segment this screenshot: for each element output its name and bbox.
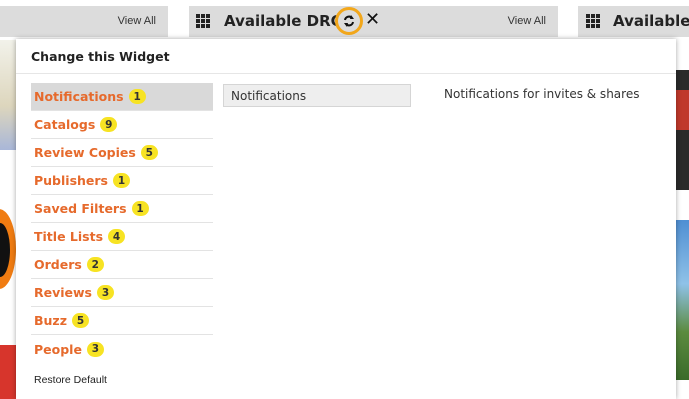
popup-title: Change this Widget [31,49,170,64]
menu-item-label: Orders [34,257,82,272]
menu-item-label: Publishers [34,173,108,188]
menu-item-buzz[interactable]: Buzz 5 [31,307,213,335]
count-badge: 2 [86,257,104,272]
widget-header-left: View All [0,6,168,37]
count-badge: 4 [108,229,126,244]
widget-title-right: Available E [613,12,689,30]
book-cover[interactable] [0,40,16,150]
widget-header-available-drcs: Available DRCs ✕ View All [189,6,558,37]
count-badge: 3 [86,341,104,357]
submenu-item-notifications[interactable]: Notifications [223,84,411,107]
close-icon[interactable]: ✕ [365,9,380,30]
menu-item-reviews[interactable]: Reviews 3 [31,279,213,307]
menu-item-catalogs[interactable]: Catalogs 9 [31,111,213,139]
book-cover[interactable] [676,220,689,380]
restore-default-link[interactable]: Restore Default [34,374,107,386]
menu-item-label: Notifications [34,89,124,104]
count-badge: 5 [140,145,158,160]
book-cover[interactable] [676,70,689,190]
widget-menu: Notifications 1 Catalogs 9 Review Copies… [31,83,233,363]
book-cover[interactable] [0,205,16,315]
count-badge: 1 [128,89,146,104]
menu-item-title-lists[interactable]: Title Lists 4 [31,223,213,251]
menu-item-label: Reviews [34,285,93,300]
view-all-link-mid[interactable]: View All [508,15,546,27]
grid-icon[interactable] [586,14,600,28]
menu-item-label: Catalogs [34,117,96,132]
menu-item-label: Title Lists [34,229,104,244]
menu-item-review-copies[interactable]: Review Copies 5 [31,139,213,167]
menu-item-publishers[interactable]: Publishers 1 [31,167,213,195]
submenu-description: Notifications for invites & shares [444,87,640,101]
count-badge: 1 [131,201,149,216]
widget-title: Available DRCs [224,12,351,30]
menu-item-orders[interactable]: Orders 2 [31,251,213,279]
menu-item-label: Buzz [34,313,67,328]
grid-icon[interactable] [196,14,210,28]
menu-item-label: People [34,341,82,357]
divider [16,73,676,74]
count-badge: 5 [71,313,89,328]
count-badge: 1 [113,173,130,188]
menu-item-saved-filters[interactable]: Saved Filters 1 [31,195,213,223]
count-badge: 3 [97,285,115,300]
view-all-link-left[interactable]: View All [118,15,156,27]
menu-item-notifications[interactable]: Notifications 1 [31,83,233,111]
refresh-icon[interactable] [335,7,363,35]
count-badge: 9 [100,117,118,132]
widget-header-right: Available E [578,6,689,37]
change-widget-popup: Change this Widget Notifications 1 Catal… [16,39,676,399]
menu-item-people[interactable]: People 3 [31,335,213,363]
book-cover[interactable] [0,345,16,399]
menu-item-label: Saved Filters [34,201,127,216]
book-cover[interactable] [676,40,689,68]
menu-item-label: Review Copies [34,145,136,160]
